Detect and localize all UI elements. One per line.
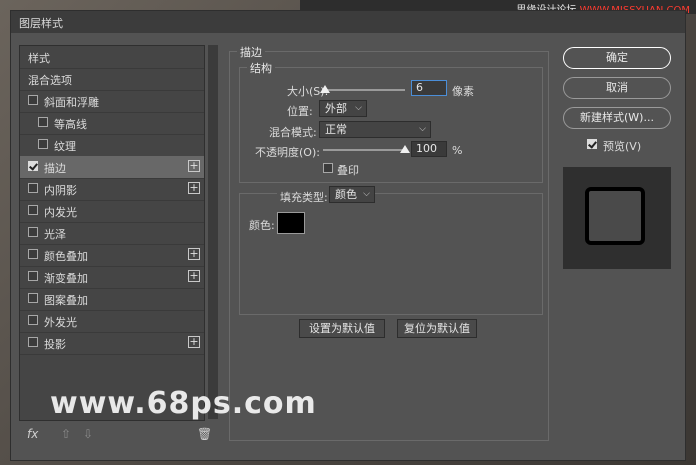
sidebar-item[interactable]: 外发光 xyxy=(20,310,204,333)
opacity-input[interactable]: 100 xyxy=(411,141,447,157)
styles-scrollbar[interactable] xyxy=(208,45,218,419)
sidebar-item[interactable]: 图案叠加 xyxy=(20,288,204,311)
fill-type-select[interactable]: 颜色 ⌵ xyxy=(329,186,375,203)
dialog-title: 图层样式 xyxy=(19,17,63,30)
preview-thumbnail xyxy=(585,187,645,245)
sidebar-item[interactable]: 斜面和浮雕 xyxy=(20,90,204,113)
sidebar-item-checkbox[interactable] xyxy=(28,293,38,303)
styles-header[interactable]: 样式 xyxy=(20,46,204,69)
size-slider-thumb[interactable] xyxy=(320,85,331,93)
sidebar-item[interactable]: 内发光 xyxy=(20,200,204,223)
blend-mode-select[interactable]: 正常 ⌵ xyxy=(319,121,431,138)
sidebar-item-label: 颜色叠加 xyxy=(44,250,88,263)
position-label: 位置: xyxy=(287,105,313,118)
move-up-icon[interactable]: ⇧ xyxy=(61,427,71,441)
sidebar-item[interactable]: 渐变叠加 + xyxy=(20,266,204,289)
new-style-button[interactable]: 新建样式(W)... xyxy=(563,107,671,129)
sidebar-item-checkbox[interactable] xyxy=(28,227,38,237)
sidebar-item-checkbox[interactable] xyxy=(28,337,38,347)
opacity-slider-thumb[interactable] xyxy=(400,145,410,153)
sidebar-item[interactable]: 描边 + xyxy=(20,156,204,179)
fill-type-select-value: 颜色 xyxy=(335,188,357,201)
styles-list: 样式 混合选项 斜面和浮雕等高线纹理描边 + 内阴影 + 内发光光泽颜色叠加 + 渐变叠加 +… xyxy=(19,45,205,421)
size-unit: 像素 xyxy=(452,85,474,98)
sidebar-item-label: 光泽 xyxy=(44,228,66,241)
blend-options-item[interactable]: 混合选项 xyxy=(20,68,204,91)
sidebar-item-label: 图案叠加 xyxy=(44,294,88,307)
preview-label: 预览(V) xyxy=(603,140,642,153)
plus-icon[interactable]: + xyxy=(188,270,200,282)
watermark: www.68ps.com xyxy=(50,386,317,421)
fill-type-label: 填充类型: xyxy=(277,189,331,205)
title-bar[interactable]: 图层样式 xyxy=(11,11,685,33)
fx-icon[interactable]: fx xyxy=(27,427,38,441)
blend-options-label: 混合选项 xyxy=(28,74,72,87)
reset-default-button[interactable]: 复位为默认值 xyxy=(397,319,477,338)
color-label: 颜色: xyxy=(249,219,275,232)
blend-mode-label: 混合模式: xyxy=(269,126,317,139)
chevron-down-icon: ⌵ xyxy=(355,103,362,113)
chevron-down-icon: ⌵ xyxy=(419,124,426,134)
styles-toolbar: fx ⇧ ⇩ 🗑 xyxy=(19,423,219,449)
structure-title: 结构 xyxy=(247,60,275,76)
plus-icon[interactable]: + xyxy=(188,336,200,348)
plus-icon[interactable]: + xyxy=(188,248,200,260)
sidebar-item-label: 内阴影 xyxy=(44,184,77,197)
trash-icon[interactable]: 🗑 xyxy=(197,427,212,441)
blend-mode-select-value: 正常 xyxy=(325,123,347,136)
sidebar-item-checkbox[interactable] xyxy=(28,315,38,325)
sidebar-item-checkbox[interactable] xyxy=(28,161,38,171)
sidebar-item[interactable]: 投影 + xyxy=(20,332,204,355)
size-input[interactable]: 6 xyxy=(411,80,447,96)
stroke-section-title: 描边 xyxy=(237,44,265,60)
plus-icon[interactable]: + xyxy=(188,182,200,194)
sidebar-item-label: 描边 xyxy=(44,162,66,175)
sidebar-item[interactable]: 颜色叠加 + xyxy=(20,244,204,267)
opacity-slider-track[interactable] xyxy=(323,149,405,151)
sidebar-item-checkbox[interactable] xyxy=(38,117,48,127)
sidebar-item-label: 内发光 xyxy=(44,206,77,219)
sidebar-item[interactable]: 等高线 xyxy=(20,112,204,135)
sidebar-item-checkbox[interactable] xyxy=(28,205,38,215)
overprint-label: 叠印 xyxy=(337,164,359,177)
position-select-value: 外部 xyxy=(325,102,347,115)
opacity-label: 不透明度(O): xyxy=(255,146,320,159)
sidebar-item-label: 等高线 xyxy=(54,118,87,131)
sidebar-item-checkbox[interactable] xyxy=(28,95,38,105)
sidebar-item[interactable]: 纹理 xyxy=(20,134,204,157)
size-slider-track[interactable] xyxy=(323,89,405,91)
sidebar-item-checkbox[interactable] xyxy=(28,249,38,259)
position-select[interactable]: 外部 ⌵ xyxy=(319,100,367,117)
ok-button[interactable]: 确定 xyxy=(563,47,671,69)
overprint-checkbox[interactable] xyxy=(323,163,333,173)
sidebar-item-label: 投影 xyxy=(44,338,66,351)
sidebar-item[interactable]: 内阴影 + xyxy=(20,178,204,201)
move-down-icon[interactable]: ⇩ xyxy=(83,427,93,441)
set-default-button[interactable]: 设置为默认值 xyxy=(299,319,385,338)
sidebar-item-label: 外发光 xyxy=(44,316,77,329)
opacity-unit: % xyxy=(452,144,463,157)
preview-checkbox[interactable] xyxy=(587,139,597,149)
sidebar-item[interactable]: 光泽 xyxy=(20,222,204,245)
cancel-button[interactable]: 取消 xyxy=(563,77,671,99)
sidebar-item-label: 斜面和浮雕 xyxy=(44,96,99,109)
color-swatch[interactable] xyxy=(277,212,305,234)
style-preview xyxy=(563,167,671,269)
plus-icon[interactable]: + xyxy=(188,160,200,172)
chevron-down-icon: ⌵ xyxy=(363,189,370,199)
styles-header-label: 样式 xyxy=(28,52,50,65)
sidebar-item-checkbox[interactable] xyxy=(38,139,48,149)
sidebar-item-checkbox[interactable] xyxy=(28,183,38,193)
sidebar-item-checkbox[interactable] xyxy=(28,271,38,281)
sidebar-item-label: 纹理 xyxy=(54,140,76,153)
sidebar-item-label: 渐变叠加 xyxy=(44,272,88,285)
